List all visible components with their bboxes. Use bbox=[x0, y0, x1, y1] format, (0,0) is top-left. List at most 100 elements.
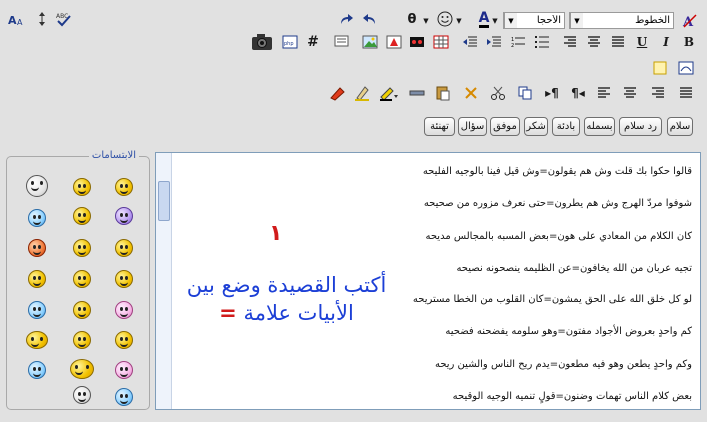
instruction-line-1: أكتب القصيدة وضع بين bbox=[186, 273, 387, 297]
align-justify-icon[interactable] bbox=[609, 33, 627, 51]
smiley-blush-icon[interactable] bbox=[73, 207, 91, 225]
numbered-list-icon[interactable]: 12 bbox=[509, 33, 527, 51]
quick-button-shukr[interactable]: شكر bbox=[524, 117, 548, 136]
poem-line: قالوا حكوا بك قلت وش هم يقولون=وش قيل في… bbox=[422, 166, 692, 177]
format-icon[interactable]: A bbox=[681, 12, 699, 30]
hash-icon[interactable]: # bbox=[304, 33, 322, 51]
smiley-king-icon[interactable] bbox=[115, 331, 133, 349]
eraser-icon[interactable] bbox=[328, 84, 346, 102]
poem-line: كان الكلام من المعادي على هون=بعض المسبه… bbox=[425, 231, 692, 242]
undo-button[interactable] bbox=[361, 11, 379, 29]
smiley-teeth-icon[interactable] bbox=[26, 175, 48, 197]
flash-icon[interactable] bbox=[385, 33, 403, 51]
copy-icon[interactable] bbox=[516, 84, 534, 102]
svg-text:A: A bbox=[17, 18, 23, 27]
align-center-icon[interactable] bbox=[585, 33, 603, 51]
smiley-sunglasses-icon[interactable] bbox=[115, 388, 133, 406]
font-size-icon: AA bbox=[8, 14, 23, 27]
special-char-dropdown[interactable]: ▼ bbox=[422, 12, 430, 30]
smiley-happy-icon[interactable] bbox=[73, 178, 91, 196]
undo-icon bbox=[363, 14, 375, 24]
camera-icon[interactable] bbox=[251, 31, 273, 53]
chevron-down-icon: ▼ bbox=[504, 13, 517, 28]
poem-line: شوفوا مردّ الهرج وش هم يطرون=حتى نعرف مز… bbox=[423, 198, 692, 209]
special-char-button[interactable]: θ bbox=[403, 10, 421, 28]
redo-button[interactable] bbox=[337, 11, 355, 29]
quick-button-rad-salam[interactable]: رد سلام bbox=[619, 117, 662, 136]
smiley-devil-icon[interactable] bbox=[115, 207, 133, 225]
line-height-icon bbox=[39, 12, 45, 26]
outdent-icon[interactable] bbox=[461, 33, 479, 51]
list-icon[interactable] bbox=[533, 33, 551, 51]
smiley-dizzy-icon[interactable] bbox=[26, 331, 48, 349]
smiley-mad-icon[interactable] bbox=[73, 270, 91, 288]
smiley-big-grin-icon[interactable] bbox=[73, 331, 91, 349]
quote-icon[interactable] bbox=[333, 33, 351, 51]
line-height-button[interactable] bbox=[33, 10, 51, 28]
smiley-button[interactable] bbox=[436, 10, 454, 28]
quick-button-tahnia[interactable]: تهنئة bbox=[424, 117, 455, 136]
spellcheck-button[interactable]: ABC bbox=[55, 10, 73, 28]
instruction-line-2: الأبيات علامة = bbox=[174, 299, 399, 327]
font-select-value: الخطوط bbox=[635, 15, 670, 26]
ltr-icon[interactable]: ▸¶ bbox=[543, 84, 561, 102]
smiley-cool-icon[interactable] bbox=[28, 301, 46, 319]
poem-line: كم واحدٍ بعروض الأجواد مفتون=وهو سلومه ي… bbox=[445, 326, 692, 337]
smiley-confused-icon[interactable] bbox=[28, 209, 46, 227]
font-color-dropdown[interactable]: ▼ bbox=[491, 12, 499, 30]
justify-icon[interactable] bbox=[677, 84, 695, 102]
smiley-wink-icon[interactable] bbox=[73, 301, 91, 319]
smiley-thumbs-icon[interactable] bbox=[70, 359, 94, 379]
align-left-icon[interactable] bbox=[595, 84, 613, 102]
smileys-panel-title: الابتسامات bbox=[88, 150, 139, 161]
rtl-icon[interactable]: ¶◂ bbox=[569, 84, 587, 102]
smiley-scared-icon[interactable] bbox=[73, 386, 91, 404]
smiley-thinking-icon[interactable] bbox=[73, 239, 91, 257]
scrollbar-thumb[interactable] bbox=[158, 181, 170, 221]
smiley-shocked-icon[interactable] bbox=[28, 270, 46, 288]
smiley-icon bbox=[437, 11, 453, 27]
align-right-icon[interactable] bbox=[561, 33, 579, 51]
size-select[interactable]: ▼ الأحجا bbox=[503, 12, 565, 29]
quick-button-basmala[interactable]: بسمله bbox=[584, 117, 615, 136]
html-icon[interactable]: php bbox=[281, 33, 299, 51]
indent-icon[interactable] bbox=[485, 33, 503, 51]
quick-button-sual[interactable]: سؤال bbox=[458, 117, 487, 136]
text-color-icon[interactable] bbox=[353, 84, 371, 102]
bold-icon[interactable]: B bbox=[680, 33, 698, 51]
media-icon[interactable] bbox=[408, 33, 426, 51]
smiley-grin-icon[interactable] bbox=[115, 178, 133, 196]
align-right2-icon[interactable] bbox=[649, 84, 667, 102]
box-icon[interactable] bbox=[651, 59, 669, 77]
notes-icon[interactable] bbox=[677, 59, 695, 77]
special-char-icon: θ bbox=[407, 11, 417, 27]
font-size-button[interactable]: AA bbox=[8, 10, 26, 28]
quick-button-muwafaq[interactable]: موفق bbox=[490, 117, 520, 136]
smiley-dropdown[interactable]: ▼ bbox=[455, 12, 463, 30]
font-select[interactable]: ▼ الخطوط bbox=[569, 12, 674, 29]
smiley-angry-icon[interactable] bbox=[28, 239, 46, 257]
image-icon[interactable] bbox=[361, 33, 379, 51]
highlight-icon[interactable] bbox=[378, 84, 398, 102]
hr-icon[interactable] bbox=[408, 84, 426, 102]
post-editor[interactable]: قالوا حكوا بك قلت وش هم يقولون=وش قيل في… bbox=[155, 152, 701, 410]
italic-icon[interactable]: I bbox=[657, 33, 675, 51]
smiley-tongue-icon[interactable] bbox=[28, 361, 46, 379]
smiley-love-icon[interactable] bbox=[115, 301, 133, 319]
quick-button-badia[interactable]: بادئة bbox=[552, 117, 580, 136]
underline-icon[interactable]: U bbox=[633, 33, 651, 51]
smiley-cheer-icon[interactable] bbox=[115, 270, 133, 288]
quick-button-salam[interactable]: سلام bbox=[667, 117, 693, 136]
svg-text:php: php bbox=[284, 41, 294, 47]
editor-scrollbar[interactable] bbox=[156, 153, 172, 409]
delete-icon[interactable] bbox=[462, 84, 480, 102]
table-icon[interactable] bbox=[432, 33, 450, 51]
paste-icon[interactable] bbox=[434, 84, 452, 102]
align-center2-icon[interactable] bbox=[621, 84, 639, 102]
instruction-annotation: أكتب القصيدة وضع بين الأبيات علامة = bbox=[174, 271, 399, 327]
smiley-laugh-icon[interactable] bbox=[115, 239, 133, 257]
smiley-kiss-icon[interactable] bbox=[115, 361, 133, 379]
poem-line: بعض كلام الناس تهمات وضنون=قولٍ تنميه ال… bbox=[452, 391, 692, 402]
cut-icon[interactable] bbox=[489, 84, 507, 102]
poem-line: لو كل خلق الله على الحق يمشون=كان القلوب… bbox=[412, 294, 692, 305]
